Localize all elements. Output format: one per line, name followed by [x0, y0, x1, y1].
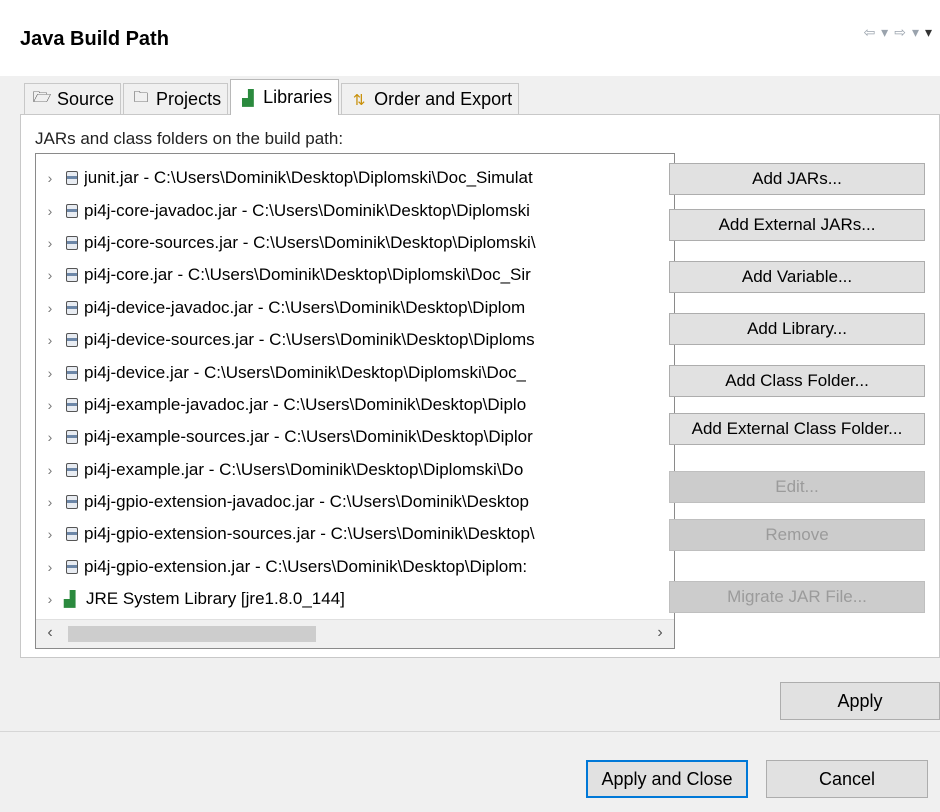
list-item-label: pi4j-device-sources.jar - C:\Users\Domin… — [84, 330, 535, 350]
list-item[interactable]: › ▟ JRE System Library [jre1.8.0_144] — [36, 583, 674, 615]
expand-chevron-icon[interactable]: › — [36, 526, 64, 542]
list-item[interactable]: › pi4j-example-sources.jar - C:\Users\Do… — [36, 421, 674, 453]
build-path-label: JARs and class folders on the build path… — [35, 129, 344, 148]
list-item-label: JRE System Library [jre1.8.0_144] — [86, 589, 345, 609]
list-item-label: pi4j-core.jar - C:\Users\Dominik\Desktop… — [84, 265, 531, 285]
tab-label: Order and Export — [374, 89, 513, 109]
jar-icon — [66, 430, 78, 445]
list-item-label: pi4j-core-sources.jar - C:\Users\Dominik… — [84, 232, 536, 252]
add-library-button[interactable]: Add Library... — [669, 313, 925, 345]
history-navigation: ⇦ ▾ ⇨ ▾ ▾ — [863, 24, 932, 41]
expand-chevron-icon[interactable]: › — [36, 365, 64, 381]
list-item-label: pi4j-device.jar - C:\Users\Dominik\Deskt… — [84, 362, 527, 382]
back-history-dropdown-icon[interactable]: ▾ — [881, 24, 888, 41]
jar-icon — [66, 203, 78, 218]
list-item[interactable]: › pi4j-core-javadoc.jar - C:\Users\Domin… — [36, 194, 674, 226]
tab-order-and-export[interactable]: ⇅ Order and Export — [341, 83, 520, 115]
source-folder-icon: 🗁 — [32, 89, 52, 106]
list-item-label: pi4j-example.jar - C:\Users\Dominik\Desk… — [84, 459, 524, 479]
tab-projects[interactable]: 🗀 Projects — [123, 83, 229, 115]
add-external-jars-button[interactable]: Add External JARs... — [669, 209, 925, 241]
list-item-label: pi4j-gpio-extension.jar - C:\Users\Domin… — [84, 556, 528, 576]
jar-icon — [66, 268, 78, 283]
list-item[interactable]: › junit.jar - C:\Users\Dominik\Desktop\D… — [36, 162, 674, 194]
tab-libraries[interactable]: ▟ Libraries — [230, 79, 340, 115]
apply-and-close-button[interactable]: Apply and Close — [586, 760, 748, 798]
libraries-icon: ▟ — [242, 89, 254, 107]
expand-chevron-icon[interactable]: › — [36, 267, 64, 283]
list-item-label: pi4j-device-javadoc.jar - C:\Users\Domin… — [84, 297, 526, 317]
edit-button[interactable]: Edit... — [669, 471, 925, 503]
forward-history-dropdown-icon[interactable]: ▾ — [912, 24, 919, 41]
list-item[interactable]: › pi4j-gpio-extension.jar - C:\Users\Dom… — [36, 551, 674, 583]
jar-icon — [66, 527, 78, 542]
apply-button[interactable]: Apply — [780, 682, 940, 720]
jar-icon — [66, 559, 78, 574]
list-item-label: junit.jar - C:\Users\Dominik\Desktop\Dip… — [84, 168, 533, 188]
expand-chevron-icon[interactable]: › — [36, 462, 64, 478]
jar-icon — [66, 365, 78, 380]
list-item-label: pi4j-example-javadoc.jar - C:\Users\Domi… — [84, 394, 527, 414]
tab-label: Libraries — [263, 87, 333, 107]
expand-chevron-icon[interactable]: › — [36, 559, 64, 575]
list-item[interactable]: › pi4j-core-sources.jar - C:\Users\Domin… — [36, 227, 674, 259]
cancel-button[interactable]: Cancel — [766, 760, 928, 798]
expand-chevron-icon[interactable]: › — [36, 203, 64, 219]
view-menu-icon[interactable]: ▾ — [925, 24, 932, 41]
tree-rows: › junit.jar - C:\Users\Dominik\Desktop\D… — [36, 162, 674, 615]
list-item[interactable]: › pi4j-core.jar - C:\Users\Dominik\Deskt… — [36, 259, 674, 291]
back-arrow-icon[interactable]: ⇦ — [863, 24, 875, 41]
forward-arrow-icon[interactable]: ⇨ — [894, 24, 906, 41]
jar-icon — [66, 495, 78, 510]
tab-label: Source — [57, 89, 115, 109]
page-title: Java Build Path — [20, 28, 169, 50]
jar-icon — [66, 171, 78, 186]
list-item[interactable]: › pi4j-device-javadoc.jar - C:\Users\Dom… — [36, 292, 674, 324]
footer-divider — [0, 731, 940, 732]
library-icon: ▟ — [64, 591, 76, 609]
list-item[interactable]: › pi4j-example.jar - C:\Users\Dominik\De… — [36, 454, 674, 486]
tab-source[interactable]: 🗁 Source — [24, 83, 122, 115]
remove-button[interactable]: Remove — [669, 519, 925, 551]
jar-icon — [66, 333, 78, 348]
expand-chevron-icon[interactable]: › — [36, 332, 64, 348]
migrate-jar-file-button[interactable]: Migrate JAR File... — [669, 581, 925, 613]
expand-chevron-icon[interactable]: › — [36, 235, 64, 251]
list-item[interactable]: › pi4j-device.jar - C:\Users\Dominik\Des… — [36, 356, 674, 388]
jar-icon — [66, 397, 78, 412]
horizontal-scrollbar[interactable]: ‹ › — [36, 619, 674, 648]
expand-chevron-icon[interactable]: › — [36, 170, 64, 186]
add-variable-button[interactable]: Add Variable... — [669, 261, 925, 293]
list-item-label: pi4j-gpio-extension-sources.jar - C:\Use… — [84, 524, 535, 544]
tab-bar: 🗁 Source 🗀 Projects ▟ Libraries ⇅ Order … — [24, 79, 521, 115]
add-jars-button[interactable]: Add JARs... — [669, 163, 925, 195]
list-item[interactable]: › pi4j-device-sources.jar - C:\Users\Dom… — [36, 324, 674, 356]
scroll-left-icon[interactable]: ‹ — [40, 624, 60, 642]
libraries-panel: JARs and class folders on the build path… — [20, 114, 940, 658]
projects-folder-icon: 🗀 — [133, 89, 149, 106]
java-build-path-dialog: Java Build Path ⇦ ▾ ⇨ ▾ ▾ 🗁 Source 🗀 Pro… — [0, 0, 940, 812]
expand-chevron-icon[interactable]: › — [36, 300, 64, 316]
scroll-right-icon[interactable]: › — [650, 624, 670, 642]
scrollbar-thumb[interactable] — [68, 626, 316, 642]
list-item-label: pi4j-gpio-extension-javadoc.jar - C:\Use… — [84, 492, 530, 512]
list-item-label: pi4j-example-sources.jar - C:\Users\Domi… — [84, 427, 533, 447]
expand-chevron-icon[interactable]: › — [36, 494, 64, 510]
jar-icon — [66, 300, 78, 315]
library-tree[interactable]: › junit.jar - C:\Users\Dominik\Desktop\D… — [35, 153, 675, 649]
add-external-class-folder-button[interactable]: Add External Class Folder... — [669, 413, 925, 445]
tab-label: Projects — [156, 89, 222, 109]
order-export-icon: ⇅ — [352, 91, 366, 109]
expand-chevron-icon[interactable]: › — [36, 591, 64, 607]
list-item[interactable]: › pi4j-example-javadoc.jar - C:\Users\Do… — [36, 389, 674, 421]
list-item-label: pi4j-core-javadoc.jar - C:\Users\Dominik… — [84, 200, 530, 220]
add-class-folder-button[interactable]: Add Class Folder... — [669, 365, 925, 397]
jar-icon — [66, 462, 78, 477]
page-header: Java Build Path ⇦ ▾ ⇨ ▾ ▾ — [0, 0, 940, 76]
expand-chevron-icon[interactable]: › — [36, 397, 64, 413]
list-item[interactable]: › pi4j-gpio-extension-javadoc.jar - C:\U… — [36, 486, 674, 518]
list-item[interactable]: › pi4j-gpio-extension-sources.jar - C:\U… — [36, 518, 674, 550]
expand-chevron-icon[interactable]: › — [36, 429, 64, 445]
jar-icon — [66, 235, 78, 250]
